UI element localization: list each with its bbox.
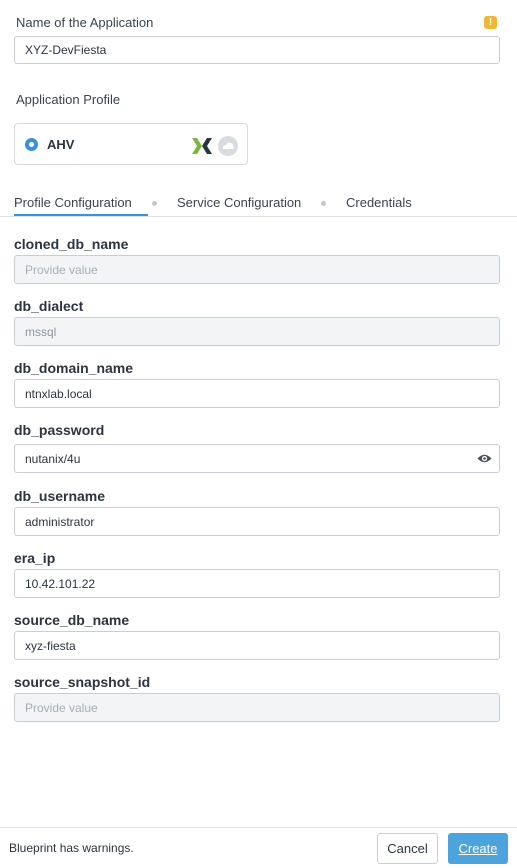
db-password-value: nutanix/4u: [25, 451, 81, 466]
cloned-db-name-placeholder: Provide value: [25, 262, 98, 277]
cancel-button[interactable]: Cancel: [377, 833, 438, 864]
source-snapshot-id-input: Provide value: [14, 693, 500, 722]
era-ip-value: 10.42.101.22: [25, 576, 96, 591]
var-label-db-password: db_password: [14, 422, 105, 438]
var-label-source-db-name: source_db_name: [14, 612, 130, 628]
tab-credentials[interactable]: Credentials: [346, 195, 412, 210]
app-name-value: XYZ-DevFiesta: [25, 43, 107, 57]
tab-separator-dot: [152, 201, 157, 206]
era-ip-input[interactable]: 10.42.101.22: [14, 569, 500, 598]
var-label-db-dialect: db_dialect: [14, 298, 84, 314]
db-domain-name-input[interactable]: ntnxlab.local: [14, 379, 500, 408]
db-dialect-value: mssql: [25, 324, 57, 339]
var-label-cloned-db-name: cloned_db_name: [14, 236, 129, 252]
active-tab-indicator: [14, 214, 148, 216]
db-username-value: administrator: [25, 514, 95, 529]
warning-icon[interactable]: !: [484, 16, 497, 29]
tab-separator-dot: [321, 201, 326, 206]
var-label-source-snapshot-id: source_snapshot_id: [14, 674, 151, 690]
application-profile-label: Application Profile: [16, 92, 121, 107]
var-label-era-ip: era_ip: [14, 550, 56, 566]
source-db-name-input[interactable]: xyz-fiesta: [14, 631, 500, 660]
profile-option-label: AHV: [47, 137, 75, 152]
profile-radio[interactable]: [25, 138, 38, 151]
profile-card-ahv[interactable]: AHV: [14, 123, 248, 165]
source-snapshot-id-placeholder: Provide value: [25, 700, 98, 715]
db-dialect-input: mssql: [14, 317, 500, 346]
db-username-input[interactable]: administrator: [14, 507, 500, 536]
tabs-divider: [0, 216, 517, 217]
eye-icon[interactable]: [477, 453, 492, 464]
footer-divider: [0, 827, 517, 828]
footer-status-text: Blueprint has warnings.: [9, 841, 134, 855]
create-button[interactable]: Create: [448, 833, 508, 864]
tab-service-configuration[interactable]: Service Configuration: [177, 195, 301, 210]
cloned-db-name-input: Provide value: [14, 255, 500, 284]
app-name-input[interactable]: XYZ-DevFiesta: [14, 36, 500, 64]
tab-profile-configuration[interactable]: Profile Configuration: [14, 195, 132, 210]
app-name-label: Name of the Application: [16, 15, 154, 30]
db-password-input[interactable]: nutanix/4u: [14, 444, 500, 473]
source-db-name-value: xyz-fiesta: [25, 638, 76, 653]
var-label-db-domain-name: db_domain_name: [14, 360, 134, 376]
var-label-db-username: db_username: [14, 488, 106, 504]
nutanix-logo-icon: [192, 138, 212, 154]
cloud-icon: [218, 136, 238, 156]
db-domain-name-value: ntnxlab.local: [25, 386, 92, 401]
